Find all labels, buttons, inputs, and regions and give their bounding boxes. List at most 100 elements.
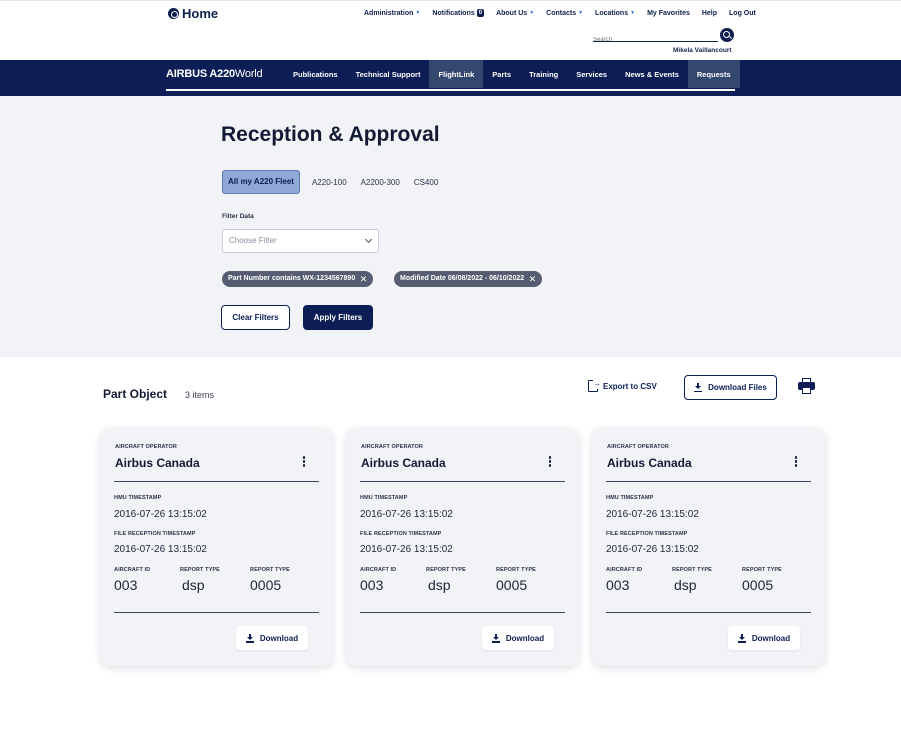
operator-name: Airbus Canada	[115, 456, 200, 470]
aircraft-id-value: 003	[606, 577, 630, 593]
filter-select[interactable]: Choose Filter	[222, 229, 379, 253]
util-nav-about-us[interactable]: About Us ▼	[496, 9, 534, 17]
tab-a2200-300[interactable]: A2200-300	[361, 178, 400, 187]
filter-label: Filter Data	[222, 213, 254, 220]
nav-item-services[interactable]: Services	[567, 60, 616, 88]
report-type-label: REPORT TYPE	[426, 567, 466, 573]
util-nav-log-out[interactable]: Log Out	[729, 9, 756, 17]
util-nav-label: About Us	[496, 9, 528, 17]
results-title: Part Object	[103, 387, 168, 401]
report-type-code-value: 0005	[742, 577, 774, 593]
aircraft-id-value: 003	[360, 577, 384, 593]
nav-item-news-events[interactable]: News & Events	[616, 60, 688, 88]
util-nav-administration[interactable]: Administration ▼	[364, 9, 420, 17]
brand-underline	[166, 89, 284, 91]
home-icon	[168, 8, 179, 19]
hmu-timestamp-value: 2016-07-26 13:15:02	[606, 509, 699, 520]
more-options-icon[interactable]	[794, 456, 798, 468]
export-csv-button[interactable]: Export to CSV	[588, 379, 657, 392]
tab-all-fleet[interactable]: All my A220 Fleet	[222, 170, 300, 194]
util-nav-help[interactable]: Help	[702, 9, 717, 17]
report-type-label: REPORT TYPE	[250, 567, 290, 573]
divider	[360, 612, 565, 613]
notification-badge: 0	[476, 9, 485, 17]
close-icon[interactable]: ✕	[529, 271, 537, 287]
printer-icon[interactable]	[798, 378, 815, 395]
search-icon[interactable]	[720, 28, 734, 42]
close-icon[interactable]: ✕	[360, 271, 368, 287]
report-type-label: REPORT TYPE	[742, 567, 782, 573]
reception-timestamp-value: 2016-07-26 13:15:02	[360, 544, 453, 555]
nav-item-flightlink[interactable]: FlightLink	[429, 60, 484, 88]
home-label: Home	[182, 6, 219, 21]
part-card: AIRCRAFT OPERATOR Airbus Canada HMU TIME…	[346, 428, 579, 666]
report-type-label: REPORT TYPE	[496, 567, 536, 573]
brand-suffix: World	[234, 68, 263, 80]
util-nav-label: Locations	[595, 9, 629, 17]
brand-name: AIRBUS A220	[166, 68, 235, 80]
reception-timestamp-value: 2016-07-26 13:15:02	[606, 544, 699, 555]
nav-item-technical-support[interactable]: Technical Support	[347, 60, 430, 88]
util-nav-notifications[interactable]: Notifications 0	[432, 9, 485, 17]
util-nav-contacts[interactable]: Contacts ▼	[546, 9, 583, 17]
download-button[interactable]: Download	[728, 626, 800, 650]
aircraft-id-label: AIRCRAFT ID	[360, 567, 397, 573]
search-input[interactable]	[593, 34, 713, 43]
report-type-value: dsp	[428, 577, 451, 593]
chevron-down-icon: ▼	[415, 10, 421, 16]
report-type-value: dsp	[674, 577, 697, 593]
nav-item-parts[interactable]: Parts	[483, 60, 520, 88]
user-name[interactable]: Mikela Vaillancourt	[673, 47, 732, 54]
divider	[114, 612, 319, 613]
tab-cs400[interactable]: CS400	[414, 178, 438, 187]
chevron-down-icon: ▼	[529, 10, 535, 16]
chip-label: Part Number contains WX-1234567890	[228, 275, 356, 282]
aircraft-id-value: 003	[114, 577, 138, 593]
divider	[606, 481, 811, 482]
download-button[interactable]: Download	[236, 626, 308, 650]
nav-item-training[interactable]: Training	[520, 60, 567, 88]
operator-label: AIRCRAFT OPERATOR	[115, 444, 177, 450]
home-link[interactable]: Home	[168, 6, 218, 21]
reception-timestamp-label: FILE RECEPTION TIMESTAMP	[114, 531, 196, 537]
chevron-down-icon: ▼	[578, 10, 584, 16]
hmu-timestamp-label: HMU TIMESTAMP	[360, 495, 408, 501]
report-type-value: dsp	[182, 577, 205, 593]
filter-chip-part-number[interactable]: Part Number contains WX-1234567890 ✕	[222, 271, 374, 287]
utility-bar: Home Administration ▼ Notifications 0 Abou…	[0, 0, 901, 60]
reception-timestamp-label: FILE RECEPTION TIMESTAMP	[606, 531, 688, 537]
brand-logo[interactable]: AIRBUS A220World	[166, 68, 263, 80]
export-label: Export to CSV	[603, 381, 657, 391]
util-nav-my-favorites[interactable]: My Favorites	[647, 9, 690, 17]
divider	[360, 481, 565, 482]
nav-item-requests[interactable]: Requests	[687, 60, 740, 88]
hmu-timestamp-value: 2016-07-26 13:15:02	[114, 509, 207, 520]
nav-item-publications[interactable]: Publications	[284, 60, 347, 88]
results-count: 3 items	[185, 390, 215, 400]
download-label: Download	[505, 633, 545, 643]
nav-underline	[284, 89, 735, 91]
filter-chip-modified-date[interactable]: Modified Date 06/08/2022 - 06/10/2022 ✕	[394, 271, 543, 287]
part-card: AIRCRAFT OPERATOR Airbus Canada HMU TIME…	[100, 428, 333, 666]
download-icon	[694, 383, 703, 392]
download-icon	[491, 633, 500, 643]
download-files-label: Download Files	[708, 383, 767, 392]
utility-nav: Administration ▼ Notifications 0 About Us ▼…	[364, 9, 756, 17]
download-files-button[interactable]: Download Files	[684, 375, 777, 400]
download-button[interactable]: Download	[482, 626, 554, 650]
more-options-icon[interactable]	[302, 456, 306, 468]
apply-filters-button[interactable]: Apply Filters	[303, 305, 373, 330]
report-type-code-value: 0005	[496, 577, 528, 593]
chip-label: Modified Date 06/08/2022 - 06/10/2022	[400, 275, 525, 282]
hmu-timestamp-value: 2016-07-26 13:15:02	[360, 509, 453, 520]
more-options-icon[interactable]	[548, 456, 552, 468]
tab-a220-100[interactable]: A220-100	[312, 178, 347, 187]
divider	[606, 612, 811, 613]
fleet-tabs: All my A220 Fleet A220-100 A2200-300 CS4…	[222, 170, 438, 194]
report-type-code-value: 0005	[250, 577, 282, 593]
chevron-down-icon	[364, 235, 373, 244]
download-label: Download	[259, 633, 299, 643]
filter-section	[0, 96, 901, 357]
clear-filters-button[interactable]: Clear Filters	[221, 305, 290, 330]
util-nav-locations[interactable]: Locations ▼	[595, 9, 635, 17]
